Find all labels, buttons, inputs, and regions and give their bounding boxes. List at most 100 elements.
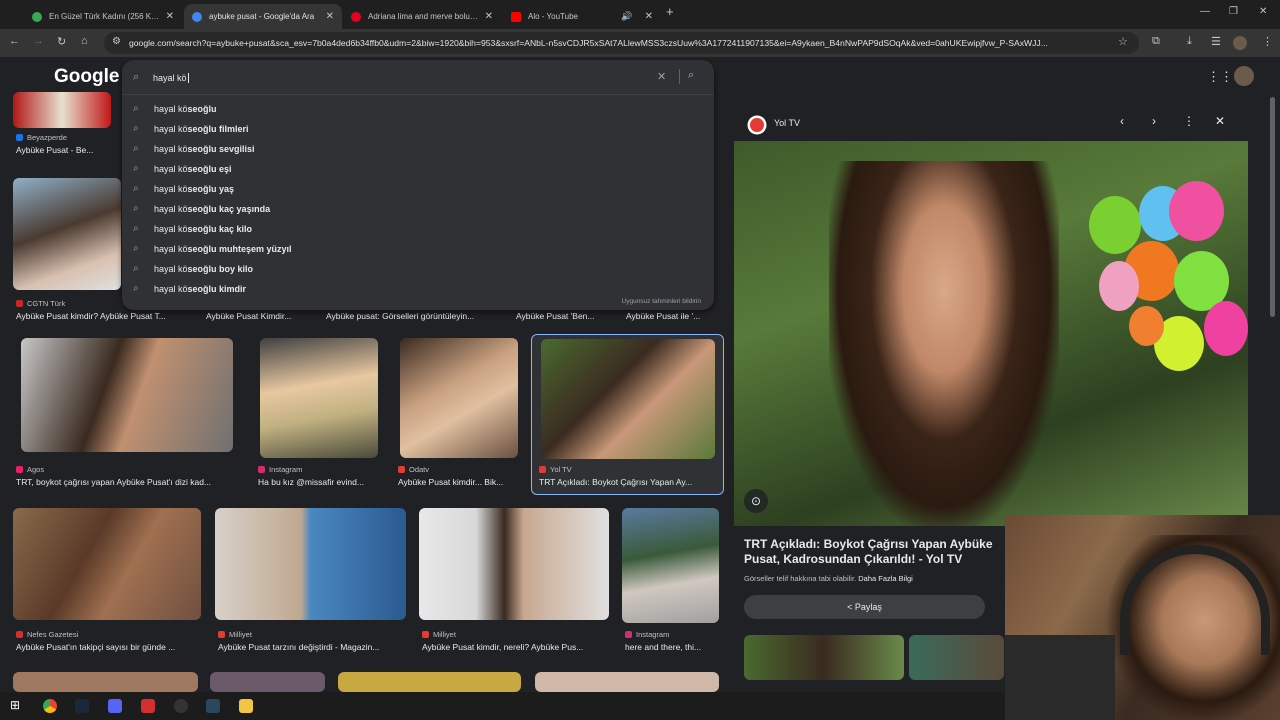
home-icon[interactable]: ⌂	[81, 35, 88, 47]
speaker-icon[interactable]: 🔊	[621, 11, 632, 22]
image-result[interactable]: CGTN Türk Aybüke Pusat kimdir? Aybüke Pu…	[13, 178, 166, 328]
result-caption[interactable]: Aybüke Pusat kimdir... Bik...	[398, 477, 518, 487]
close-icon[interactable]: ✕	[326, 11, 334, 22]
site-info-icon[interactable]: ⚙	[112, 36, 121, 47]
next-image-icon[interactable]: ›	[1152, 114, 1156, 128]
obs-icon[interactable]	[174, 699, 188, 713]
discord-icon[interactable]	[108, 699, 122, 713]
extensions-icon[interactable]: ⧉	[1152, 35, 1160, 48]
result-thumbnail[interactable]	[622, 508, 719, 623]
result-thumbnail[interactable]	[260, 338, 378, 458]
tab-en-guzel[interactable]: En Güzel Türk Kadını (256 Kişi) ✕	[24, 4, 182, 29]
result-caption[interactable]: TRT, boykot çağrısı yapan Aybüke Pusat'ı…	[16, 477, 241, 487]
profile-avatar[interactable]	[1233, 36, 1247, 50]
image-result[interactable]	[338, 672, 521, 692]
result-caption[interactable]: Aybüke Pusat Kimdir...	[206, 311, 311, 321]
image-result[interactable]: Milliyet Aybüke Pusat tarzını değiştirdi…	[215, 508, 410, 658]
back-arrow-icon[interactable]: ←	[9, 35, 20, 47]
reload-icon[interactable]: ↻	[57, 35, 66, 48]
image-result[interactable]: Nefes Gazetesi Aybüke Pusat'ın takipçi s…	[13, 508, 208, 658]
result-caption[interactable]: Aybüke Pusat kimdir? Aybüke Pusat T...	[16, 311, 196, 321]
panel-site-name[interactable]: Yol TV	[774, 118, 800, 128]
windows-start-icon[interactable]: ⊞	[10, 698, 24, 712]
image-result[interactable]: Instagram here and there, thi...	[622, 508, 722, 658]
search-input[interactable]: hayal kö	[153, 73, 189, 83]
close-icon[interactable]: ✕	[485, 11, 493, 22]
close-icon[interactable]: ✕	[166, 11, 174, 22]
result-thumbnail[interactable]	[21, 338, 233, 452]
result-caption[interactable]: Aybüke Pusat - Be...	[16, 145, 111, 155]
image-result[interactable]	[535, 672, 719, 692]
reading-list-icon[interactable]: ☰	[1211, 35, 1221, 48]
tab-aybuke-pusat[interactable]: aybuke pusat - Google'da Ara ✕	[184, 4, 342, 29]
result-thumbnail[interactable]	[541, 339, 715, 459]
image-result[interactable]: Agos TRT, boykot çağrısı yapan Aybüke Pu…	[13, 338, 241, 493]
image-result[interactable]: Beyazperde Aybüke Pusat - Be...	[13, 92, 113, 162]
image-result[interactable]: Aybüke Pusat Kimdir...	[205, 311, 315, 331]
suggestion-item[interactable]: ⌕ hayal köseoğlu boy kilo	[122, 260, 714, 280]
apps-grid-icon[interactable]: ⋮⋮	[1207, 69, 1233, 85]
steam-icon[interactable]	[75, 699, 89, 713]
result-caption[interactable]: Aybüke Pusat ile '...	[626, 311, 714, 321]
restore-icon[interactable]: ❐	[1229, 6, 1238, 17]
scrollbar[interactable]	[1270, 97, 1275, 317]
result-thumbnail[interactable]	[419, 508, 609, 620]
result-caption[interactable]: Aybüke Pusat kimdir, nereli? Aybüke Pus.…	[422, 642, 617, 652]
image-result[interactable]: Milliyet Aybüke Pusat kimdir, nereli? Ay…	[419, 508, 614, 658]
suggestion-item[interactable]: ⌕ hayal köseoğlu kaç kilo	[122, 220, 714, 240]
file-explorer-icon[interactable]	[239, 699, 253, 713]
image-result[interactable]: Aybüke pusat: Görselleri görüntüleyin...	[325, 311, 505, 331]
result-thumbnail[interactable]	[215, 508, 406, 620]
result-thumbnail[interactable]	[400, 338, 518, 458]
image-result[interactable]	[210, 672, 325, 692]
lens-search-icon[interactable]: ⊙	[744, 489, 768, 513]
image-result[interactable]	[13, 672, 198, 692]
result-thumbnail[interactable]	[535, 672, 719, 692]
new-tab-button[interactable]: +	[666, 4, 674, 19]
image-result[interactable]: Aybüke Pusat 'Ben...	[515, 311, 610, 331]
suggestion-item[interactable]: ⌕ hayal köseoğlu	[122, 100, 714, 120]
result-caption[interactable]: Aybüke Pusat 'Ben...	[516, 311, 608, 321]
result-caption[interactable]: Aybüke pusat: Görselleri görüntüleyin...	[326, 311, 501, 321]
result-caption[interactable]: TRT Açıkladı: Boykot Çağrısı Yapan Ay...	[539, 477, 719, 487]
menu-kebab-icon[interactable]: ⋮	[1262, 35, 1273, 48]
window-close-icon[interactable]: ✕	[1259, 6, 1267, 17]
suggestion-item[interactable]: ⌕ hayal köseoğlu sevgilisi	[122, 140, 714, 160]
tab-adriana-lima[interactable]: Adriana lima and merve bolugür ✕	[343, 4, 501, 29]
download-icon[interactable]: ⤓	[1187, 35, 1192, 48]
more-info-link[interactable]: Daha Fazla Bilgi	[858, 574, 913, 583]
steam-icon[interactable]	[206, 699, 220, 713]
search-submit-icon[interactable]: ⌕	[688, 69, 694, 82]
close-icon[interactable]: ✕	[645, 11, 653, 22]
tab-youtube[interactable]: Alo - YouTube 🔊 ✕	[503, 4, 661, 29]
more-options-icon[interactable]: ⋮	[1183, 114, 1195, 128]
image-result-selected[interactable]: Yol TV TRT Açıkladı: Boykot Çağrısı Yapa…	[531, 334, 724, 495]
panel-title[interactable]: TRT Açıkladı: Boykot Çağrısı Yapan Aybük…	[744, 537, 1004, 567]
image-result[interactable]: Aybüke Pusat ile '...	[625, 311, 715, 331]
image-result[interactable]: Odatv Aybüke Pusat kimdir... Bik...	[395, 338, 520, 493]
suggestion-item[interactable]: ⌕ hayal köseoğlu kaç yaşında	[122, 200, 714, 220]
result-caption[interactable]: Ha bu kız @missafir evind...	[258, 477, 383, 487]
result-thumbnail[interactable]	[13, 92, 111, 128]
close-panel-icon[interactable]: ✕	[1215, 114, 1225, 128]
suggestion-item[interactable]: ⌕ hayal köseoğlu muhteşem yüzyıl	[122, 240, 714, 260]
result-thumbnail[interactable]	[13, 178, 121, 290]
bookmark-star-icon[interactable]: ☆	[1118, 35, 1128, 48]
share-button[interactable]: < Paylaş	[744, 595, 985, 619]
result-caption[interactable]: Aybüke Pusat'ın takipçi sayısı bir günde…	[16, 642, 206, 652]
related-thumbnail[interactable]	[909, 635, 1004, 680]
minimize-icon[interactable]: —	[1200, 6, 1210, 17]
result-caption[interactable]: Aybüke Pusat tarzını değiştirdi - Magazi…	[218, 642, 413, 652]
previous-image-icon[interactable]: ‹	[1120, 114, 1124, 128]
suggestion-item[interactable]: ⌕ hayal köseoğlu eşi	[122, 160, 714, 180]
result-caption[interactable]: here and there, thi...	[625, 642, 722, 652]
clear-search-icon[interactable]: ✕	[657, 70, 666, 83]
suggestion-item[interactable]: ⌕ hayal köseoğlu yaş	[122, 180, 714, 200]
image-result[interactable]: Instagram Ha bu kız @missafir evind...	[255, 338, 385, 493]
result-thumbnail[interactable]	[13, 508, 201, 620]
forward-arrow-icon[interactable]: →	[33, 35, 44, 47]
preview-image[interactable]: ⊙	[734, 141, 1248, 526]
result-thumbnail[interactable]	[210, 672, 325, 692]
suggestion-item[interactable]: ⌕ hayal köseoğlu filmleri	[122, 120, 714, 140]
related-thumbnail[interactable]	[744, 635, 904, 680]
